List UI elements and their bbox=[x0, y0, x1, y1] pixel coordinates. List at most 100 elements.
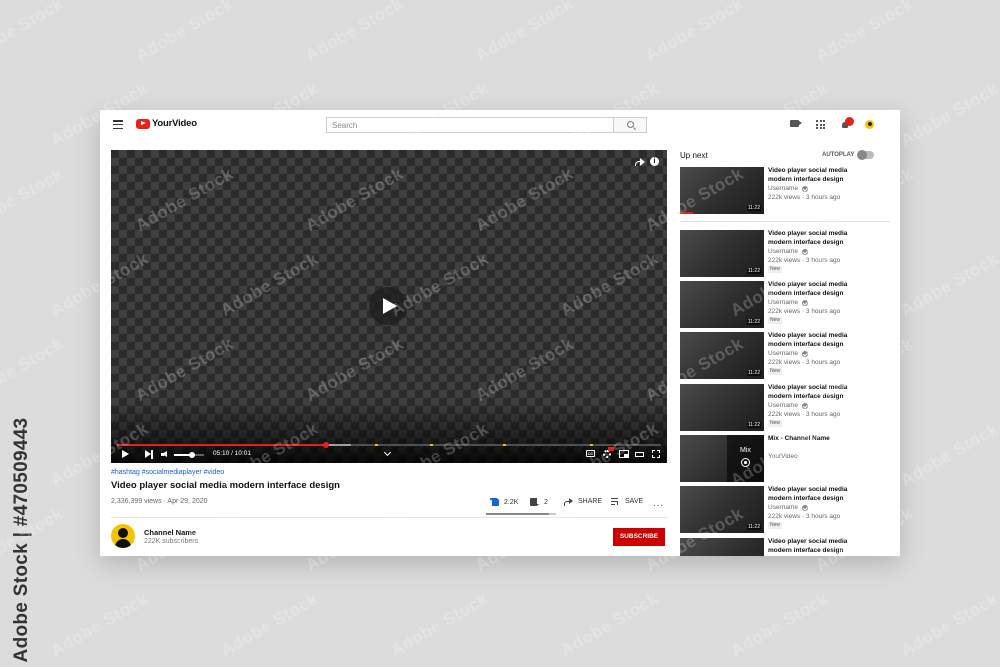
video-player[interactable]: i 05:10 / 10:01 CC bbox=[111, 150, 667, 463]
apps-grid-icon[interactable] bbox=[816, 120, 825, 129]
channel-avatar[interactable] bbox=[111, 524, 135, 548]
chapter-marker bbox=[590, 444, 594, 446]
watched-progress bbox=[680, 212, 693, 214]
more-options-icon[interactable]: ··· bbox=[653, 501, 664, 510]
duration-badge: 11:22 bbox=[746, 205, 761, 211]
sentiment-likes bbox=[486, 513, 549, 515]
subscribe-button[interactable]: SUBSCRIBE bbox=[613, 528, 665, 546]
video-thumbnail[interactable] bbox=[680, 538, 764, 556]
recommended-channel[interactable]: Username bbox=[768, 504, 808, 511]
autoplay-toggle[interactable] bbox=[857, 150, 874, 160]
dislike-button[interactable]: 2 bbox=[530, 498, 548, 506]
volume-slider[interactable] bbox=[174, 452, 204, 458]
recommended-channel[interactable]: YourVideo bbox=[768, 453, 798, 460]
progress-bar[interactable] bbox=[117, 442, 661, 448]
search-button[interactable] bbox=[614, 117, 647, 133]
volume-icon[interactable] bbox=[161, 451, 169, 458]
watermark: Adobe Stock bbox=[0, 0, 67, 66]
recommended-channel[interactable]: Username bbox=[768, 350, 808, 357]
like-count: 2.2K bbox=[504, 498, 519, 506]
recommended-title[interactable]: Video player social media modern interfa… bbox=[768, 332, 858, 349]
chapter-marker bbox=[375, 444, 379, 446]
logo[interactable]: YourVideo bbox=[136, 118, 197, 129]
share-arrow-icon bbox=[564, 498, 573, 506]
hashtags[interactable]: #hashtag #socialmediaplayer #video bbox=[111, 469, 224, 476]
recommended-channel[interactable]: Username bbox=[768, 299, 808, 306]
thumbs-up-icon bbox=[490, 498, 499, 506]
app-window: YourVideo Search i 05:10 / 10:01 CC #has… bbox=[100, 110, 900, 556]
share-button[interactable]: SHARE bbox=[564, 498, 602, 506]
autoplay-label: AUTOPLAY bbox=[822, 152, 855, 158]
play-icon[interactable] bbox=[122, 450, 129, 458]
watermark: Adobe Stock bbox=[472, 0, 577, 66]
watermark: Adobe Stock bbox=[812, 0, 917, 66]
watermark: Adobe Stock bbox=[302, 0, 407, 66]
next-icon[interactable] bbox=[145, 450, 153, 459]
recommended-video[interactable]: 11:22 Video player social media modern in… bbox=[680, 230, 890, 277]
recommended-channel[interactable]: Username bbox=[768, 402, 808, 409]
avatar[interactable] bbox=[865, 120, 874, 129]
miniplayer-icon[interactable] bbox=[619, 450, 629, 458]
settings-gear-icon[interactable] bbox=[603, 450, 611, 458]
recommended-title[interactable]: Video player social media modern interfa… bbox=[768, 281, 858, 298]
verified-icon bbox=[801, 248, 808, 255]
watermark: Adobe Stock bbox=[0, 163, 67, 236]
sentiment-bar bbox=[486, 513, 556, 515]
recommended-video[interactable]: 11:22 Video player social media modern in… bbox=[680, 281, 890, 328]
radio-icon bbox=[741, 458, 750, 467]
channel-label: Username bbox=[768, 248, 798, 255]
new-badge: New bbox=[768, 266, 783, 273]
channel-label: Username bbox=[768, 350, 798, 357]
recommended-title[interactable]: Video player social media modern interfa… bbox=[768, 486, 858, 503]
search-input[interactable]: Search bbox=[326, 117, 614, 133]
watermark: Adobe Stock bbox=[47, 588, 152, 661]
recommended-video[interactable]: Video player social media modern interfa… bbox=[680, 538, 890, 556]
watermark: Adobe Stock bbox=[557, 588, 662, 661]
channel-name[interactable]: Channel Name bbox=[144, 528, 196, 537]
video-thumbnail[interactable]: Mix bbox=[680, 435, 764, 482]
video-thumbnail[interactable]: 11:22 bbox=[680, 167, 764, 214]
duration-badge: 11:22 bbox=[746, 370, 761, 376]
watermark: Adobe Stock bbox=[642, 0, 747, 66]
video-thumbnail[interactable]: 11:22 bbox=[680, 486, 764, 533]
recommended-video[interactable]: Mix Mix - Channel Name YourVideo bbox=[680, 435, 890, 482]
time-display: 05:10 / 10:01 bbox=[213, 450, 251, 457]
recommended-video[interactable]: 11:22 Video player social media modern in… bbox=[680, 384, 890, 431]
theater-icon[interactable] bbox=[635, 452, 644, 457]
menu-icon[interactable] bbox=[113, 120, 123, 130]
info-icon[interactable]: i bbox=[650, 157, 659, 166]
video-camera-icon[interactable] bbox=[790, 120, 802, 127]
recommended-title[interactable]: Video player social media modern interfa… bbox=[768, 538, 858, 555]
video-thumbnail[interactable]: 11:22 bbox=[680, 230, 764, 277]
new-badge: New bbox=[768, 317, 783, 324]
recommended-title[interactable]: Video player social media modern interfa… bbox=[768, 230, 858, 247]
recommended-views: 222k views · 3 hours ago bbox=[768, 194, 841, 201]
recommended-title[interactable]: Video player social media modern interfa… bbox=[768, 167, 858, 184]
save-button[interactable]: SAVE bbox=[611, 498, 643, 505]
video-thumbnail[interactable]: 11:22 bbox=[680, 384, 764, 431]
share-icon[interactable] bbox=[635, 158, 645, 166]
captions-icon[interactable]: CC bbox=[586, 450, 595, 457]
like-button[interactable]: 2.2K bbox=[490, 498, 518, 506]
recommended-video[interactable]: 11:22 Video player social media modern in… bbox=[680, 486, 890, 533]
channel-label: Username bbox=[768, 402, 798, 409]
big-play-button[interactable] bbox=[369, 287, 407, 325]
playlist-add-icon bbox=[611, 498, 620, 505]
video-thumbnail[interactable]: 11:22 bbox=[680, 332, 764, 379]
fullscreen-icon[interactable] bbox=[652, 450, 660, 458]
recommended-channel[interactable]: Username bbox=[768, 185, 808, 192]
recommended-video[interactable]: 11:22 Video player social media modern in… bbox=[680, 167, 890, 214]
watermark: Adobe Stock bbox=[217, 588, 322, 661]
channel-label: Username bbox=[768, 299, 798, 306]
video-meta: 2,336,399 views · Apr 29, 2020 bbox=[111, 498, 208, 505]
mix-label: Mix bbox=[740, 447, 751, 454]
notification-badge bbox=[845, 117, 854, 126]
recommended-title[interactable]: Video player social media modern interfa… bbox=[768, 384, 858, 401]
recommended-title[interactable]: Mix - Channel Name bbox=[768, 435, 858, 444]
stock-id-vertical: Adobe Stock | #470509443 bbox=[11, 417, 32, 663]
save-label: SAVE bbox=[625, 498, 644, 505]
volume-handle[interactable] bbox=[189, 452, 195, 458]
recommended-channel[interactable]: Username bbox=[768, 248, 808, 255]
recommended-video[interactable]: 11:22 Video player social media modern in… bbox=[680, 332, 890, 379]
video-thumbnail[interactable]: 11:22 bbox=[680, 281, 764, 328]
